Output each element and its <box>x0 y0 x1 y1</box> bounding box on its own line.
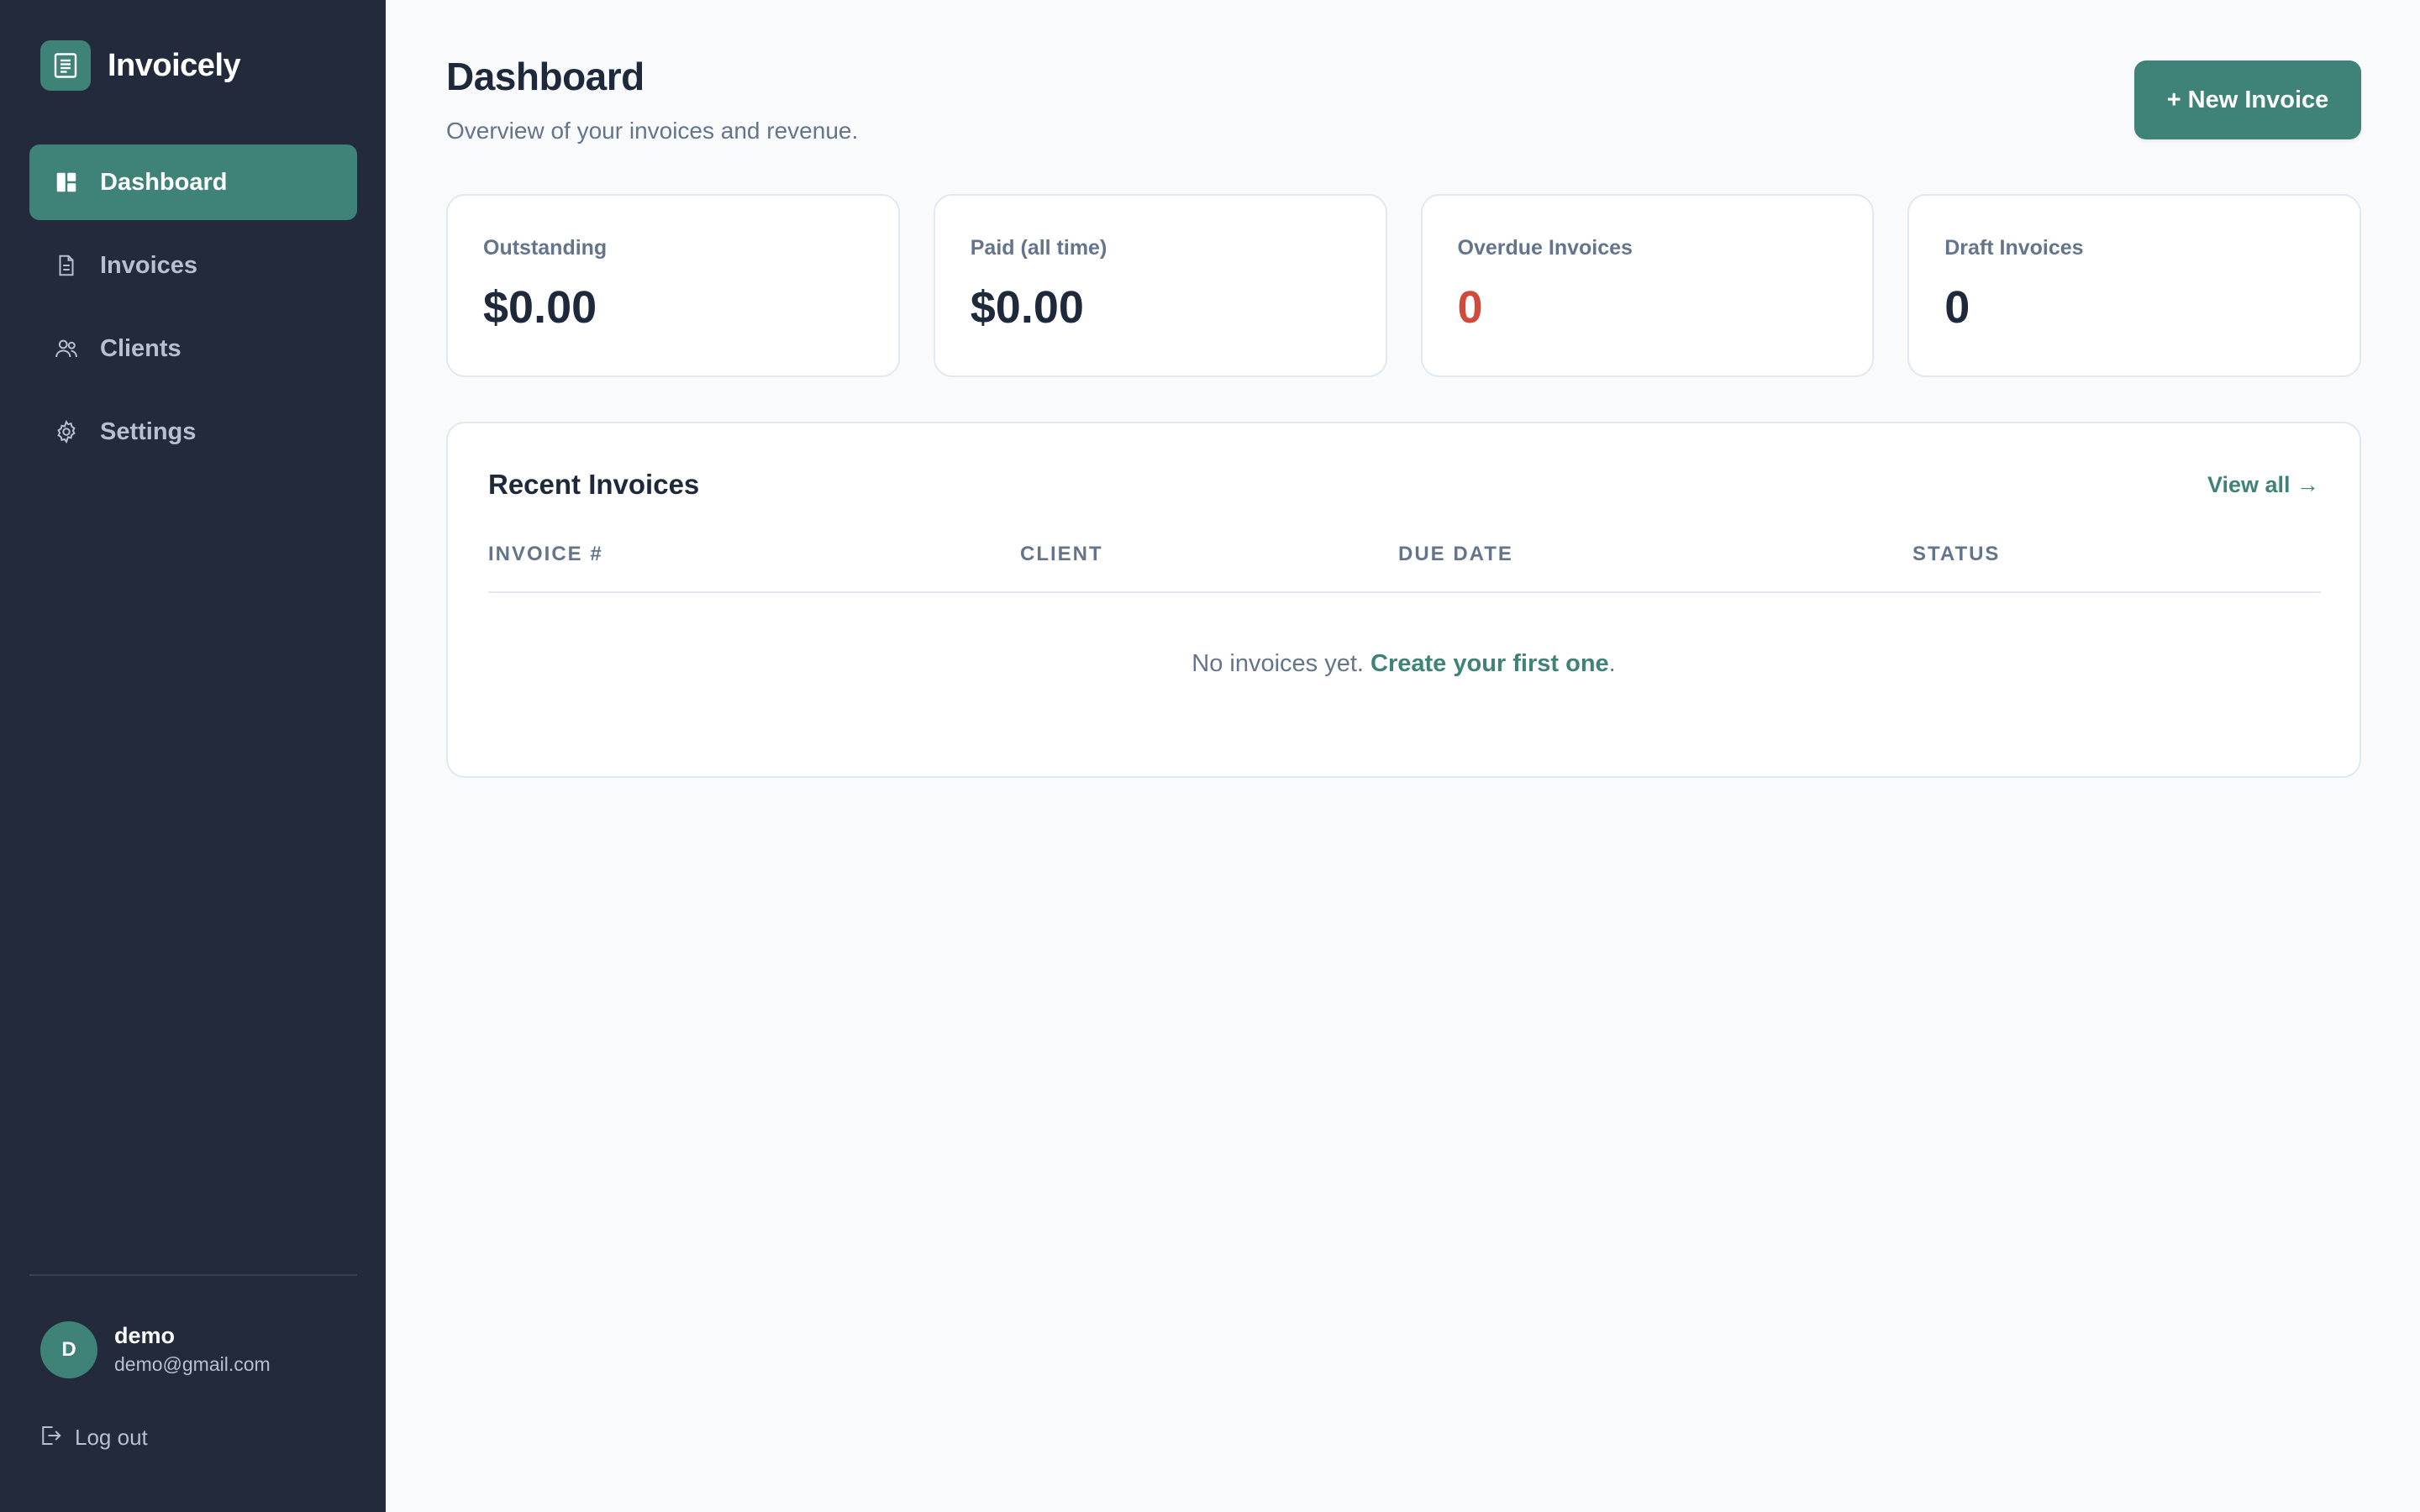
user-info: demo demo@gmail.com <box>114 1321 271 1378</box>
stat-card-outstanding: Outstanding $0.00 <box>446 194 900 377</box>
sidebar-item-label: Invoices <box>100 251 198 279</box>
brand[interactable]: Invoicely <box>40 40 241 91</box>
sidebar: Invoicely Dashboard Invoices Clients Set… <box>0 0 386 1512</box>
view-all-link[interactable]: View all → <box>2207 472 2319 498</box>
users-icon <box>53 335 80 362</box>
sidebar-item-invoices[interactable]: Invoices <box>29 228 357 303</box>
create-first-invoice-link[interactable]: Create your first one <box>1370 650 1609 677</box>
stat-card-paid: Paid (all time) $0.00 <box>933 194 1387 377</box>
new-invoice-button[interactable]: + New Invoice <box>2134 60 2361 139</box>
sidebar-item-settings[interactable]: Settings <box>29 394 357 470</box>
stat-label: Outstanding <box>483 236 608 260</box>
logout-button[interactable]: Log out <box>38 1423 148 1452</box>
user-name: demo <box>114 1323 176 1348</box>
stat-value: $0.00 <box>970 282 1084 333</box>
avatar: D <box>40 1321 97 1378</box>
invoice-logo-icon <box>40 40 91 91</box>
column-header-client[interactable]: CLIENT <box>1020 543 1103 566</box>
gear-icon <box>53 418 80 445</box>
sidebar-item-clients[interactable]: Clients <box>29 311 357 386</box>
empty-state: No invoices yet. Create your first one. <box>448 650 2360 678</box>
stat-label: Overdue Invoices <box>1457 236 1633 260</box>
document-icon <box>53 252 80 279</box>
sidebar-item-label: Settings <box>100 417 197 445</box>
stat-value: $0.00 <box>483 282 597 333</box>
sidebar-item-label: Clients <box>100 334 182 362</box>
column-header-status[interactable]: STATUS <box>1912 543 2000 566</box>
table-header: INVOICE # CLIENT DUE DATE STATUS <box>488 543 2321 593</box>
logout-icon <box>38 1423 63 1452</box>
logout-label: Log out <box>75 1425 148 1450</box>
page-subtitle: Overview of your invoices and revenue. <box>446 118 859 144</box>
sidebar-divider <box>29 1274 357 1276</box>
column-header-due-date[interactable]: DUE DATE <box>1398 543 1513 566</box>
stat-card-overdue: Overdue Invoices 0 <box>1420 194 1875 377</box>
stat-card-draft: Draft Invoices 0 <box>1907 194 2361 377</box>
sidebar-nav: Dashboard Invoices Clients Settings <box>29 144 357 477</box>
stat-label: Draft Invoices <box>1944 236 2084 260</box>
empty-state-text: No invoices yet. <box>1192 650 1371 677</box>
dashboard-icon <box>53 169 80 196</box>
recent-invoices-panel: Recent Invoices View all → INVOICE # CLI… <box>446 422 2361 778</box>
empty-state-suffix: . <box>1608 650 1616 677</box>
sidebar-item-dashboard[interactable]: Dashboard <box>29 144 357 220</box>
user-profile: D demo demo@gmail.com <box>40 1321 271 1378</box>
user-email: demo@gmail.com <box>114 1353 271 1375</box>
column-header-invoice-number[interactable]: INVOICE # <box>488 543 603 566</box>
stat-label: Paid (all time) <box>970 236 1107 260</box>
main-content: Dashboard Overview of your invoices and … <box>386 0 2420 1512</box>
stat-value: 0 <box>1944 282 1970 333</box>
stats-row: Outstanding $0.00 Paid (all time) $0.00 … <box>446 194 2361 377</box>
page-title: Dashboard <box>446 55 644 98</box>
sidebar-item-label: Dashboard <box>100 168 228 196</box>
recent-invoices-title: Recent Invoices <box>488 469 700 500</box>
brand-name: Invoicely <box>108 47 241 83</box>
stat-value: 0 <box>1457 282 1483 333</box>
